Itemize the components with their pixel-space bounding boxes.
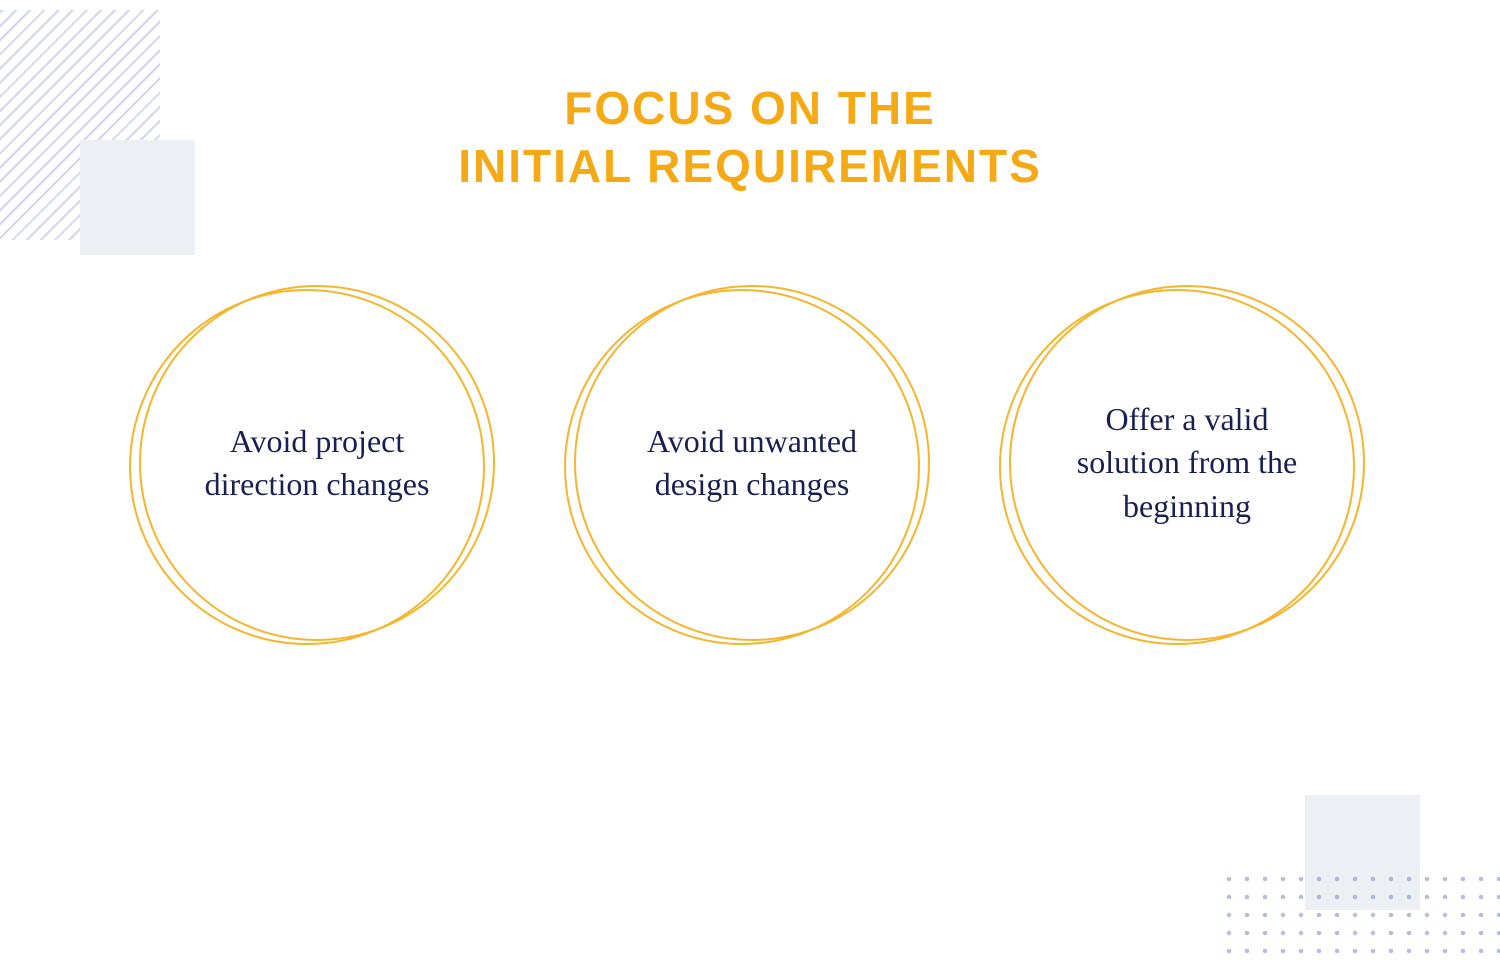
circle-text-3: Offer a valid solution from the beginnin… (1051, 398, 1323, 528)
circles-row: Avoid project direction changes Avoid un… (0, 285, 1500, 645)
circle-outline-inner: Offer a valid solution from the beginnin… (1009, 285, 1365, 641)
circle-text-2: Avoid unwanted design changes (616, 420, 888, 506)
circle-outline-inner: Avoid unwanted design changes (574, 285, 930, 641)
circle-text-1: Avoid project direction changes (181, 420, 453, 506)
slide-title-line-2: INITIAL REQUIREMENTS (0, 138, 1500, 196)
circle-outline-inner: Avoid project direction changes (139, 285, 495, 641)
slide-title-line-1: FOCUS ON THE (0, 80, 1500, 138)
slide-title: FOCUS ON THE INITIAL REQUIREMENTS (0, 80, 1500, 195)
decoration-dots (1220, 870, 1500, 960)
circle-item-1: Avoid project direction changes (135, 285, 495, 645)
circle-item-3: Offer a valid solution from the beginnin… (1005, 285, 1365, 645)
circle-item-2: Avoid unwanted design changes (570, 285, 930, 645)
